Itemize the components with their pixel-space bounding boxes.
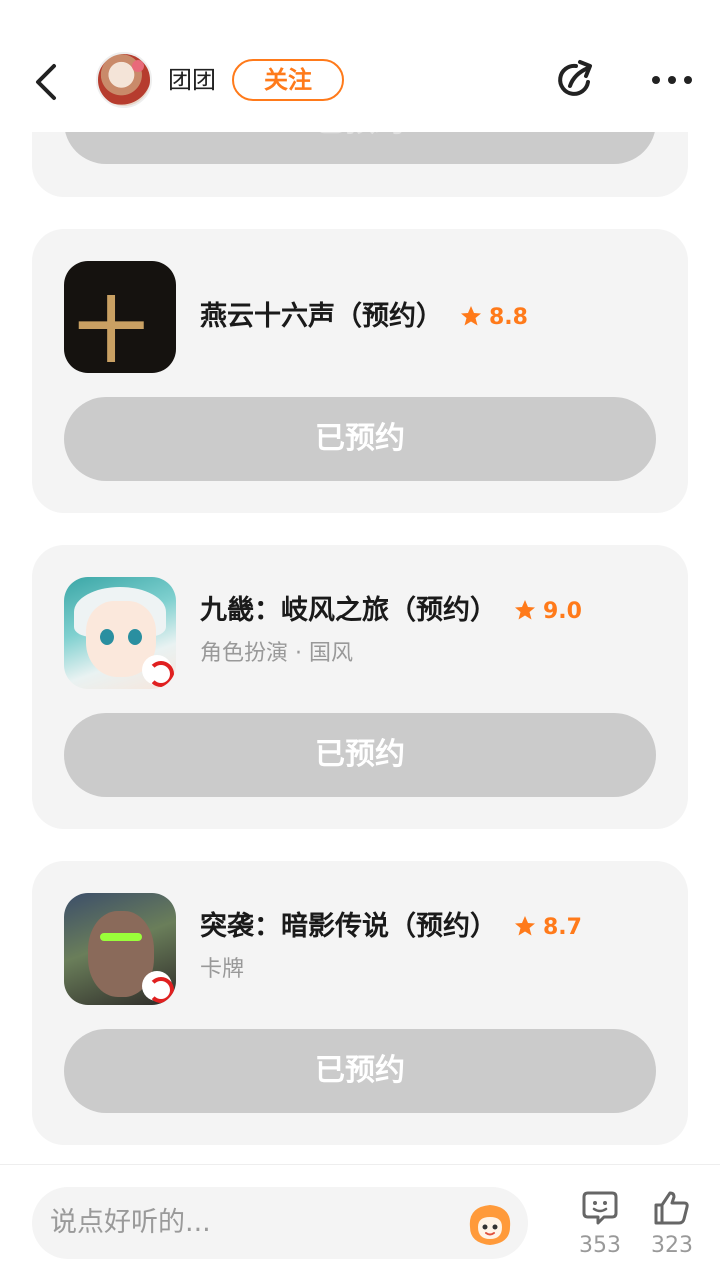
game-title-text: 燕云十六声（预约） (200, 301, 443, 332)
comment-icon[interactable] (580, 1189, 620, 1227)
game-art (100, 933, 142, 941)
game-card[interactable]: 突袭：暗影传说（预约） 8.7 卡牌 已预约 (32, 861, 688, 1145)
comment-input[interactable]: 说点好听的... (32, 1187, 528, 1259)
game-icon[interactable] (64, 577, 176, 689)
share-icon[interactable] (554, 58, 598, 102)
avatar[interactable] (96, 52, 152, 108)
star-icon (515, 599, 535, 619)
reserved-button[interactable]: 已预约 (64, 1029, 656, 1113)
star-icon (461, 305, 481, 325)
game-art (100, 629, 114, 645)
comment-count: 353 (579, 1233, 621, 1258)
emoji-mascot-icon[interactable] (464, 1197, 516, 1249)
star-icon (515, 915, 535, 935)
back-icon[interactable] (28, 60, 68, 104)
game-title-text: 突袭：暗影传说（预约） (200, 911, 497, 942)
game-rating: 9.0 (513, 594, 582, 630)
more-icon[interactable] (648, 66, 696, 94)
game-title[interactable]: 九畿：岐风之旅（预约） 9.0 (200, 593, 582, 630)
game-icon-glyph: 十 (76, 289, 146, 372)
game-icon[interactable]: 十 (64, 261, 176, 373)
thumbs-up-icon[interactable] (652, 1189, 692, 1227)
game-rating-value: 9.0 (543, 598, 582, 624)
publisher-logo-icon (142, 655, 174, 687)
like-count: 323 (651, 1233, 693, 1258)
publisher-logo-icon (142, 971, 174, 1003)
game-title[interactable]: 燕云十六声（预约） 8.8 (200, 299, 528, 336)
comment-placeholder: 说点好听的... (50, 1207, 211, 1238)
game-art (128, 629, 142, 645)
follow-button[interactable]: 关注 (232, 59, 344, 101)
game-rating: 8.7 (513, 910, 582, 946)
game-card[interactable]: 九畿：岐风之旅（预约） 9.0 角色扮演 · 国风 已预约 (32, 545, 688, 829)
reserved-button[interactable]: 已预约 (64, 397, 656, 481)
game-rating-value: 8.8 (489, 304, 528, 330)
game-title-text: 九畿：岐风之旅（预约） (200, 595, 497, 626)
game-tags: 角色扮演 · 国风 (200, 641, 353, 666)
game-tags: 卡牌 (200, 957, 245, 982)
game-rating-value: 8.7 (543, 914, 582, 940)
top-nav-bar: 团团 关注 (0, 0, 720, 132)
game-icon[interactable] (64, 893, 176, 1005)
game-title[interactable]: 突袭：暗影传说（预约） 8.7 (200, 909, 582, 946)
game-card[interactable]: 十 燕云十六声（预约） 8.8 已预约 (32, 229, 688, 513)
username[interactable]: 团团 (168, 64, 216, 96)
game-rating: 8.8 (459, 300, 528, 336)
reserved-button[interactable]: 已预约 (64, 713, 656, 797)
bottom-action-bar: 说点好听的... 353 323 (0, 1164, 720, 1280)
